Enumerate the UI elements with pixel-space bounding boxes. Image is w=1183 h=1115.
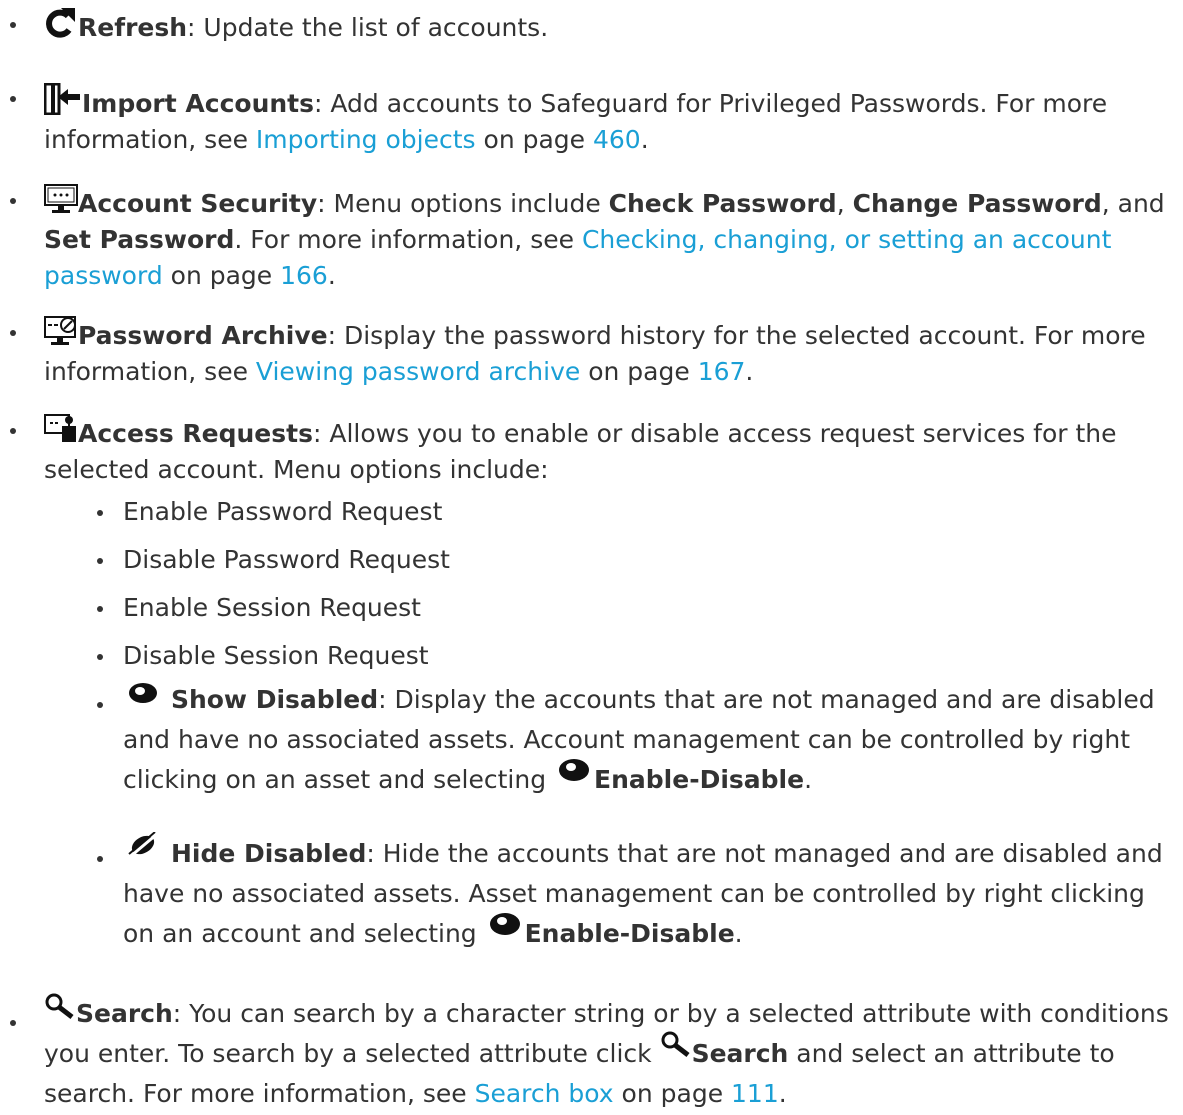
import-accounts-title: Import Accounts	[82, 89, 314, 118]
link-page-166[interactable]: 166	[280, 261, 328, 290]
enable-disable-label: Enable-Disable	[524, 919, 735, 948]
list-item-refresh: Refresh: Update the list of accounts.	[10, 6, 1169, 46]
account-security-icon	[44, 184, 78, 214]
bullet	[97, 654, 103, 660]
list-item-hide-disabled: Hide Disabled: Hide the accounts that ar…	[97, 832, 1173, 954]
access-requests-icon	[44, 414, 78, 444]
list-item-disable-password-request: Disable Password Request	[97, 542, 1173, 578]
link-viewing-password-archive[interactable]: Viewing password archive	[256, 357, 580, 386]
refresh-description: : Update the list of accounts.	[187, 13, 549, 42]
password-archive-title: Password Archive	[78, 321, 328, 350]
period: .	[778, 1079, 787, 1108]
refresh-icon	[44, 8, 78, 38]
eye-slash-icon	[123, 832, 163, 858]
menu-option-label: Disable Password Request	[123, 545, 450, 574]
bullet	[10, 1020, 16, 1026]
period: .	[327, 261, 336, 290]
eye-icon	[123, 680, 163, 704]
list-item-show-disabled: Show Disabled: Display the accounts that…	[97, 680, 1173, 800]
search-title: Search	[76, 999, 173, 1028]
bullet	[97, 702, 103, 708]
password-archive-icon	[44, 316, 78, 346]
bullet	[10, 198, 16, 204]
show-disabled-title: Show Disabled	[170, 685, 379, 714]
list-item-account-security: Account Security: Menu options include C…	[10, 182, 1169, 294]
list-item-enable-session-request: Enable Session Request	[97, 590, 1173, 626]
page-ref-text: on page	[613, 1079, 732, 1108]
page-ref-text: on page	[475, 125, 593, 154]
list-item-password-archive: Password Archive: Display the password h…	[10, 314, 1169, 390]
import-icon	[44, 83, 82, 115]
list-item-import-accounts: Import Accounts: Add accounts to Safegua…	[10, 80, 1169, 158]
page-ref-text: on page	[162, 261, 281, 290]
eye-icon	[554, 756, 594, 782]
menu-option-label: Disable Session Request	[123, 641, 429, 670]
list-item-enable-password-request: Enable Password Request	[97, 494, 1173, 530]
list-item-access-requests: Access Requests: Allows you to enable or…	[10, 412, 1169, 488]
link-page-111[interactable]: 111	[731, 1079, 779, 1108]
option-change-password: Change Password	[852, 189, 1102, 218]
separator: ,	[836, 189, 853, 218]
bullet	[10, 96, 16, 102]
menu-option-label: Enable Session Request	[123, 593, 421, 622]
page-ref-text: on page	[580, 357, 698, 386]
refresh-title: Refresh	[78, 13, 188, 42]
period: .	[640, 125, 649, 154]
hide-disabled-title: Hide Disabled	[170, 839, 367, 868]
period: .	[804, 765, 813, 794]
separator: , and	[1101, 189, 1165, 218]
link-search-box[interactable]: Search box	[475, 1079, 614, 1108]
enable-disable-label: Enable-Disable	[594, 765, 805, 794]
account-security-title: Account Security	[78, 189, 318, 218]
eye-icon	[485, 910, 525, 936]
bullet	[10, 22, 16, 28]
account-security-more: . For more information, see	[234, 225, 582, 254]
option-check-password: Check Password	[608, 189, 837, 218]
bullet	[97, 558, 103, 564]
link-page-460[interactable]: 460	[593, 125, 641, 154]
account-security-text: : Menu options include	[317, 189, 609, 218]
bullet	[10, 428, 16, 434]
document-page: Refresh: Update the list of accounts. Im…	[0, 0, 1183, 1115]
menu-option-label: Enable Password Request	[123, 497, 443, 526]
link-importing-objects[interactable]: Importing objects	[256, 125, 476, 154]
search-icon	[44, 992, 76, 1020]
link-page-167[interactable]: 167	[698, 357, 746, 386]
search-icon	[660, 1030, 692, 1058]
period: .	[745, 357, 754, 386]
list-item-disable-session-request: Disable Session Request	[97, 638, 1173, 674]
bullet	[97, 856, 103, 862]
access-requests-title: Access Requests	[78, 419, 313, 448]
period: .	[734, 919, 743, 948]
bullet	[97, 606, 103, 612]
option-set-password: Set Password	[44, 225, 235, 254]
search-inline-label: Search	[691, 1039, 789, 1068]
bullet	[10, 330, 16, 336]
bullet	[97, 510, 103, 516]
list-item-search: Search: You can search by a character st…	[10, 992, 1169, 1114]
